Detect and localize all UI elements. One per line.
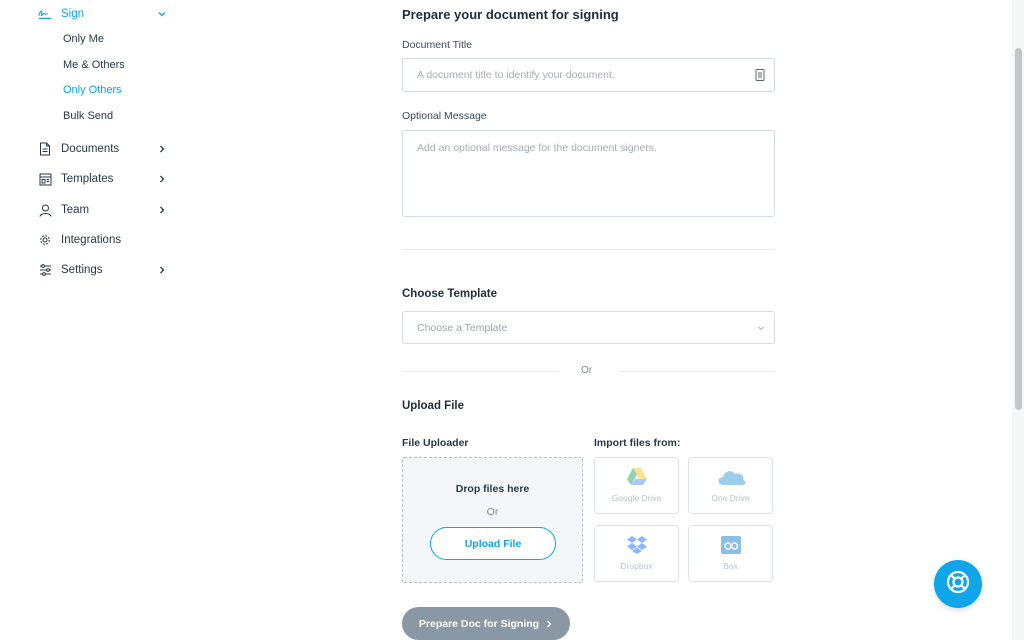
sidebar-subitem-label: Bulk Send: [63, 110, 114, 122]
sidebar-subitem-only-others[interactable]: Only Others: [63, 81, 122, 99]
google-drive-icon: [595, 467, 678, 486]
template-icon: [38, 172, 52, 186]
user-icon: [38, 203, 52, 217]
import-source-label: Box: [723, 561, 738, 571]
import-source-label: Google Drive: [611, 493, 662, 503]
sidebar-item-label: Integrations: [61, 234, 122, 246]
template-select[interactable]: Choose a Template: [402, 311, 775, 344]
sidebar: Sign Only Me Me & Others Only Others Bul…: [0, 0, 200, 640]
sidebar-subitem-label: Only Me: [63, 33, 104, 45]
upload-file-button[interactable]: Upload File: [430, 527, 556, 560]
or-separator-text: Or: [581, 365, 593, 376]
document-title-input[interactable]: [402, 58, 775, 92]
sidebar-item-templates[interactable]: Templates: [38, 168, 168, 190]
sidebar-item-documents[interactable]: Documents: [38, 138, 168, 160]
drop-or-text: Or: [486, 506, 499, 518]
lifebuoy-icon: [945, 569, 971, 600]
sidebar-item-label: Documents: [61, 143, 120, 155]
prepare-doc-button[interactable]: Prepare Doc for Signing: [402, 607, 570, 640]
import-onedrive-button[interactable]: One Drive: [688, 457, 773, 514]
import-google-drive-button[interactable]: Google Drive: [594, 457, 679, 514]
dropbox-icon: [595, 535, 678, 555]
box-icon: [689, 535, 772, 555]
sidebar-subitem-label: Me & Others: [63, 59, 125, 71]
import-box-button[interactable]: Box: [688, 525, 773, 582]
prepare-doc-label: Prepare Doc for Signing: [418, 617, 540, 630]
chevron-right-icon: [545, 619, 553, 629]
choose-template-title: Choose Template: [402, 288, 497, 300]
chevron-right-icon: [156, 204, 168, 216]
section-divider: [402, 249, 775, 250]
or-divider-right: [619, 371, 775, 372]
scrollbar-thumb[interactable]: [1015, 48, 1022, 410]
file-dropzone[interactable]: Drop files here Or Upload File: [402, 457, 583, 583]
document-field-icon: [754, 68, 766, 82]
sidebar-item-label: Team: [61, 204, 90, 216]
chevron-right-icon: [156, 143, 168, 155]
sliders-icon: [38, 263, 52, 277]
gear-icon: [38, 233, 52, 247]
chevron-down-icon: [156, 8, 168, 20]
or-divider-left: [402, 371, 559, 372]
drop-files-text: Drop files here: [455, 483, 530, 495]
import-files-label: Import files from:: [594, 437, 681, 449]
sidebar-subitem-me-and-others[interactable]: Me & Others: [63, 56, 125, 74]
document-icon: [38, 142, 52, 156]
help-button[interactable]: [934, 560, 982, 608]
signature-icon: [38, 7, 52, 21]
sidebar-subitem-label: Only Others: [63, 84, 122, 96]
sidebar-item-sign[interactable]: Sign: [38, 3, 168, 25]
chevron-right-icon: [156, 173, 168, 185]
sidebar-subitem-only-me[interactable]: Only Me: [63, 30, 104, 48]
sidebar-item-label: Sign: [61, 8, 85, 20]
template-select-value: Choose a Template: [417, 321, 508, 334]
sidebar-item-team[interactable]: Team: [38, 199, 168, 221]
import-dropbox-button[interactable]: Dropbox: [594, 525, 679, 582]
page-title: Prepare your document for signing: [402, 7, 619, 22]
file-uploader-label: File Uploader: [402, 437, 469, 449]
sidebar-item-settings[interactable]: Settings: [38, 259, 168, 281]
onedrive-icon: [689, 467, 772, 487]
optional-message-label: Optional Message: [402, 110, 487, 122]
import-source-label: Dropbox: [620, 561, 653, 571]
chevron-right-icon: [156, 264, 168, 276]
sidebar-item-label: Settings: [61, 264, 103, 276]
document-title-label: Document Title: [402, 39, 473, 51]
optional-message-input[interactable]: [402, 130, 775, 217]
chevron-down-icon: [756, 323, 766, 336]
sidebar-item-integrations[interactable]: Integrations: [38, 229, 168, 251]
sidebar-subitem-bulk-send[interactable]: Bulk Send: [63, 107, 113, 125]
upload-file-title: Upload File: [402, 400, 464, 412]
import-source-label: One Drive: [711, 493, 750, 503]
sidebar-item-label: Templates: [61, 173, 114, 185]
